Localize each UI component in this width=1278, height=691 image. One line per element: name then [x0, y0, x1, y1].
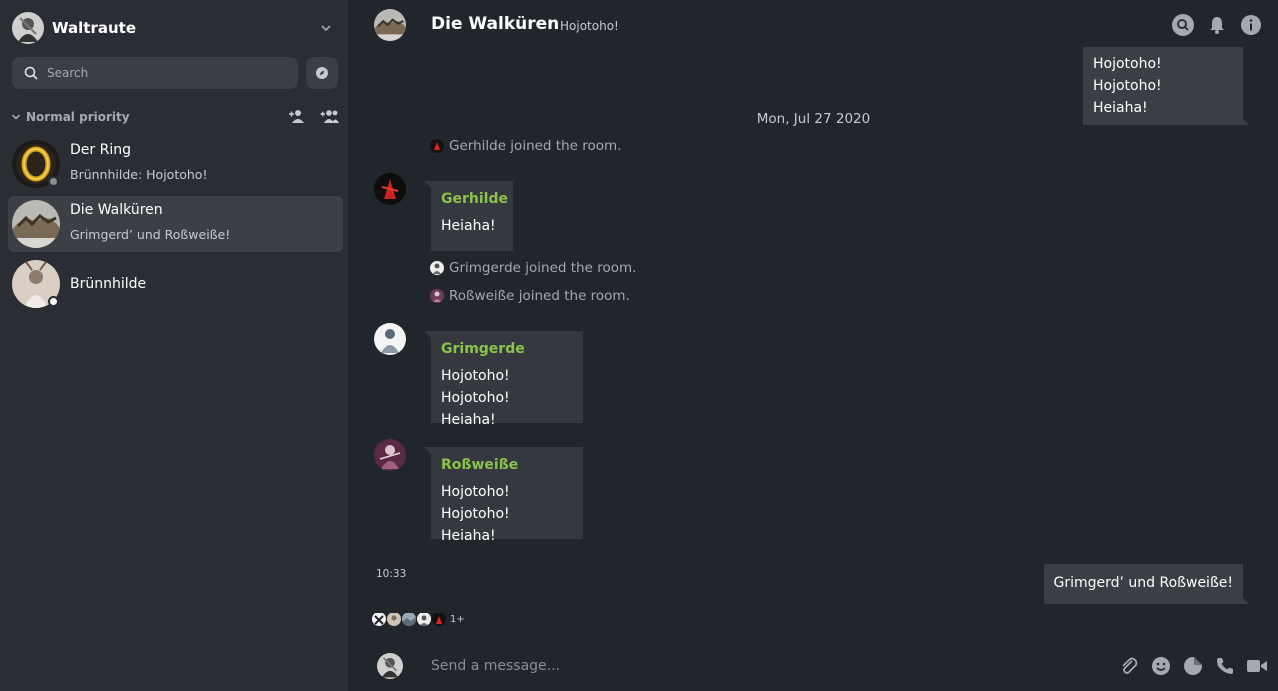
- presence-indicator: [48, 296, 59, 307]
- event-text: Grimgerde joined the room.: [449, 260, 637, 276]
- date-separator: Mon, Jul 27 2020: [756, 111, 871, 127]
- message-bubble[interactable]: Gerhilde Heiaha!: [424, 181, 513, 251]
- message-text: Hojotoho! Hojotoho!: [1093, 56, 1162, 94]
- avatar: [372, 612, 386, 626]
- user-name: Waltraute: [52, 19, 136, 37]
- room-title[interactable]: Die Walküren: [431, 14, 559, 34]
- message-timestamp: 10:33: [376, 568, 407, 580]
- avatar[interactable]: [374, 323, 406, 355]
- message-bubble[interactable]: Grimgerde Hojotoho! Hojotoho! Heiaha!: [424, 331, 583, 428]
- chevron-down-icon[interactable]: [319, 21, 333, 35]
- message-text: Heiaha!: [441, 528, 496, 544]
- sticker-icon[interactable]: [1182, 655, 1204, 677]
- room-item-die-walkueren[interactable]: Die Walküren Grimgerd’ und Roßweiße!: [8, 196, 343, 252]
- room-name: Brünnhilde: [70, 276, 147, 292]
- own-message-bubble[interactable]: Grimgerd’ und Roßweiße!: [1043, 564, 1249, 604]
- sender-name[interactable]: Grimgerde: [441, 341, 573, 357]
- sender-name[interactable]: Roßweiße: [441, 457, 573, 473]
- message-composer: [349, 640, 1278, 691]
- avatar: [430, 139, 444, 153]
- avatar[interactable]: [374, 439, 406, 471]
- message-text: Hojotoho! Hojotoho!: [441, 484, 510, 522]
- search-icon: [24, 66, 38, 80]
- emoji-icon[interactable]: [1150, 655, 1172, 677]
- bubble-tail: [1243, 598, 1249, 604]
- user-avatar: [377, 653, 403, 679]
- message-text: Heiaha!: [441, 412, 496, 428]
- bubble-tail: [424, 181, 431, 188]
- search-icon[interactable]: [1172, 14, 1194, 36]
- room-item-der-ring[interactable]: Der Ring Brünnhilde: Hojotoho!: [8, 136, 343, 192]
- event-text: Gerhilde joined the room.: [449, 138, 622, 154]
- avatar: [430, 289, 444, 303]
- bell-icon[interactable]: [1206, 14, 1228, 36]
- avatar: [430, 261, 444, 275]
- room-topic: Hojotoho!: [560, 19, 619, 33]
- room-avatar: [12, 200, 60, 248]
- avatar: [402, 612, 416, 626]
- room-item-bruennhilde[interactable]: Brünnhilde: [8, 256, 343, 312]
- message-text: Grimgerd’ und Roßweiße!: [1053, 575, 1234, 591]
- membership-event: Gerhilde joined the room.: [430, 138, 621, 154]
- message-text: Hojotoho! Hojotoho!: [441, 368, 510, 406]
- read-receipts-more: 1+: [450, 613, 465, 625]
- app-window: Waltraute Normal priority Der Ring Br: [0, 0, 1278, 691]
- sidebar: Waltraute Normal priority Der Ring Br: [0, 0, 349, 691]
- message-bubble[interactable]: Roßweiße Hojotoho! Hojotoho! Heiaha!: [424, 447, 583, 544]
- room-name: Der Ring: [70, 142, 131, 158]
- section-actions: [288, 108, 340, 124]
- paperclip-icon[interactable]: [1118, 655, 1140, 677]
- room-name: Die Walküren: [70, 202, 163, 218]
- avatar: [387, 612, 401, 626]
- chevron-down-icon[interactable]: [10, 111, 22, 123]
- membership-event: Grimgerde joined the room.: [430, 260, 636, 276]
- room-header: Die Walküren Hojotoho!: [349, 0, 1278, 50]
- avatar: [417, 612, 431, 626]
- bubble-tail: [424, 331, 431, 338]
- room-preview: Grimgerd’ und Roßweiße!: [70, 227, 231, 242]
- room-section-header[interactable]: Normal priority: [10, 108, 340, 126]
- add-person-icon[interactable]: [288, 108, 306, 124]
- header-actions: [1172, 14, 1262, 36]
- bubble-tail: [424, 447, 431, 454]
- avatar[interactable]: [374, 173, 406, 205]
- sender-name[interactable]: Gerhilde: [441, 191, 508, 207]
- room-avatar[interactable]: [374, 9, 406, 41]
- search-input[interactable]: [47, 66, 267, 80]
- phone-icon[interactable]: [1214, 655, 1236, 677]
- presence-indicator: [48, 176, 59, 187]
- room-preview: Brünnhilde: Hojotoho!: [70, 167, 208, 182]
- section-label: Normal priority: [26, 110, 130, 124]
- video-icon[interactable]: [1246, 655, 1268, 677]
- add-group-icon[interactable]: [320, 108, 340, 124]
- message-text: Heiaha!: [441, 218, 496, 234]
- user-avatar: [12, 12, 44, 44]
- explore-rooms-button[interactable]: [306, 57, 338, 89]
- user-menu[interactable]: Waltraute: [12, 12, 337, 44]
- membership-event: Roßweiße joined the room.: [430, 288, 630, 304]
- avatar: [432, 612, 446, 626]
- info-icon[interactable]: [1240, 14, 1262, 36]
- compass-icon: [316, 67, 328, 79]
- composer-actions: [1118, 655, 1268, 677]
- search-bar[interactable]: [12, 57, 298, 89]
- event-text: Roßweiße joined the room.: [449, 288, 630, 304]
- message-input[interactable]: [431, 654, 1031, 678]
- read-receipts[interactable]: 1+: [372, 612, 465, 626]
- room-view: Die Walküren Hojotoho! Hojotoho! Hojotoh…: [349, 0, 1278, 691]
